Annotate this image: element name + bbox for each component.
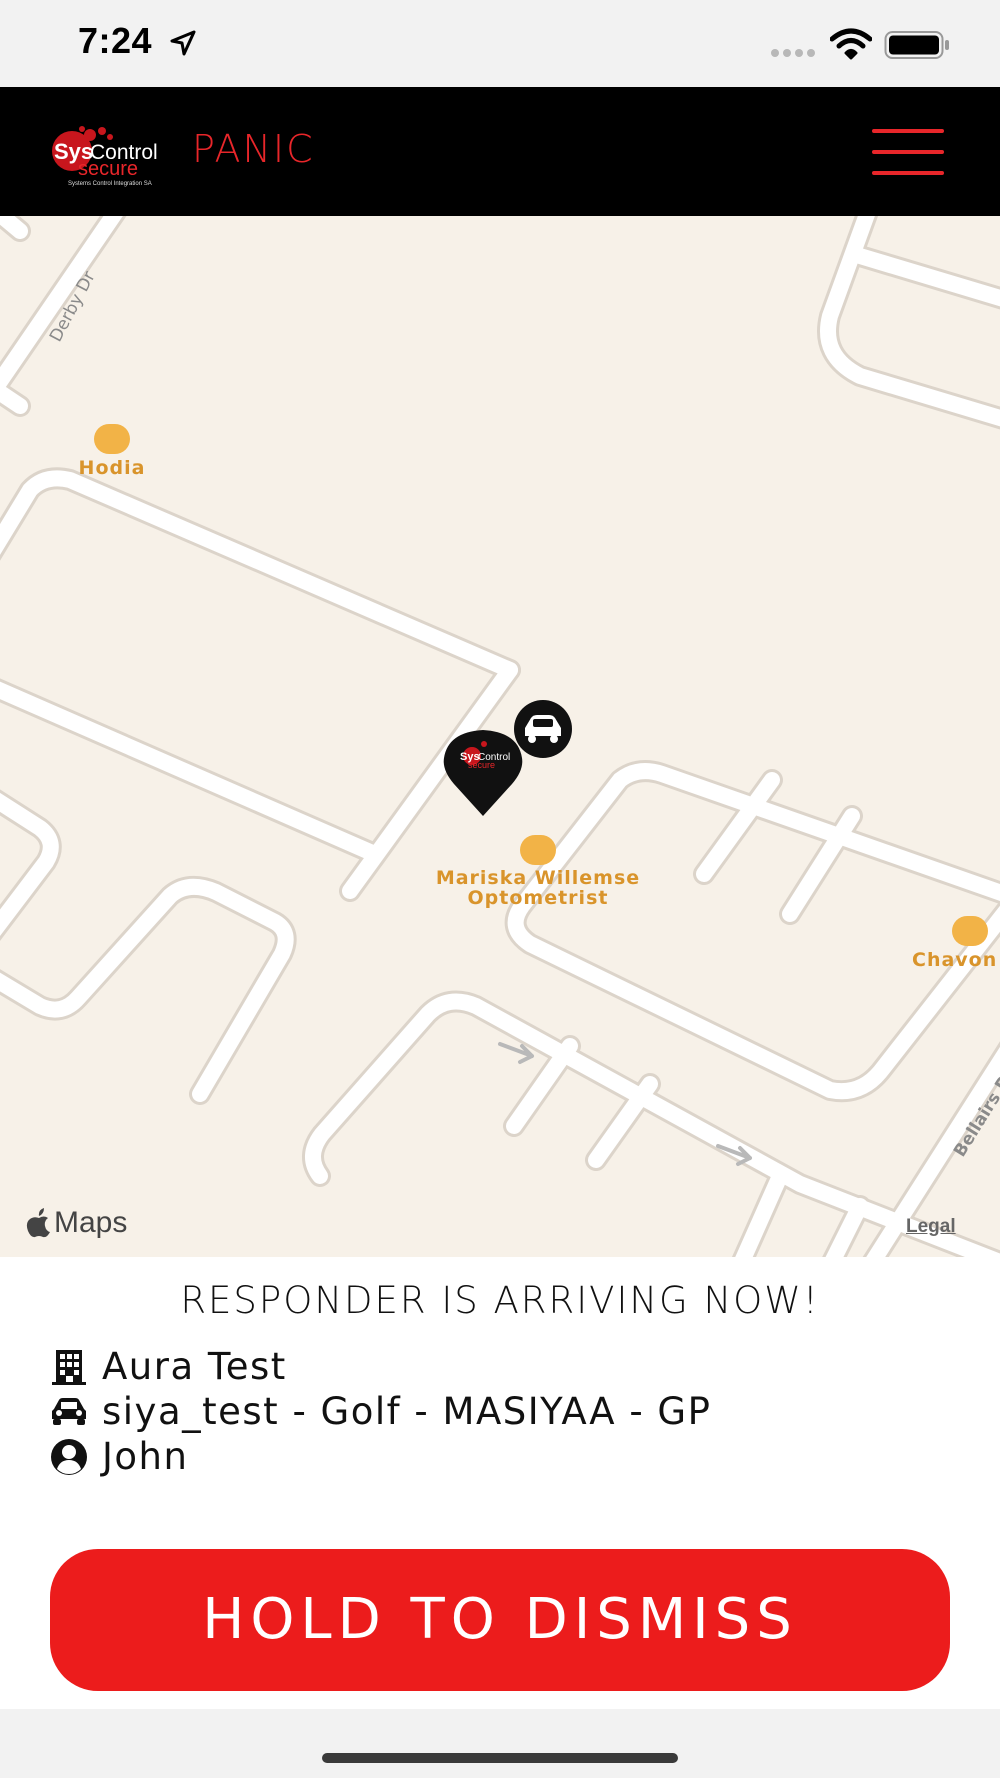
legal-link[interactable]: Legal bbox=[906, 1216, 956, 1238]
wifi-icon bbox=[830, 28, 872, 60]
maps-attribution-text: Maps bbox=[54, 1206, 128, 1239]
responder-row: John bbox=[50, 1435, 188, 1478]
menu-line bbox=[872, 171, 944, 175]
location-arrow-icon bbox=[170, 30, 196, 56]
briefcase-icon bbox=[94, 424, 130, 454]
poi-label-hodia[interactable]: Hodia bbox=[62, 458, 162, 478]
status-bar: 7:24 bbox=[0, 0, 1000, 87]
bottom-safe-area bbox=[0, 1709, 1000, 1778]
glasses-icon bbox=[520, 835, 556, 865]
vehicle-details: siya_test - Golf - MASIYAA - GP bbox=[102, 1390, 712, 1433]
hamburger-menu-icon bbox=[872, 129, 944, 133]
responder-name: John bbox=[102, 1435, 189, 1478]
building-icon bbox=[52, 1349, 86, 1385]
svg-text:secure: secure bbox=[78, 158, 138, 180]
site-name: Aura Test bbox=[102, 1345, 287, 1388]
map-view[interactable]: Derby Dr Bellairs D Hodia Mariska Willem… bbox=[0, 216, 1000, 1257]
signal-dots-icon bbox=[771, 49, 815, 57]
apple-logo-icon bbox=[26, 1208, 50, 1238]
svg-text:secure: secure bbox=[468, 760, 495, 770]
app-header: Sys Control secure Systems Control Integ… bbox=[0, 87, 1000, 216]
responder-info-panel: RESPONDER IS ARRIVING NOW! Aura Test siy… bbox=[0, 1257, 1000, 1709]
user-circle-icon bbox=[51, 1438, 87, 1475]
maps-attribution: Maps bbox=[26, 1206, 127, 1240]
briefcase-icon bbox=[952, 916, 988, 946]
location-pin-icon[interactable]: Sys Control secure bbox=[440, 728, 526, 818]
svg-text:Systems Control Integration SA: Systems Control Integration SA bbox=[68, 181, 152, 187]
menu-line bbox=[872, 150, 944, 154]
battery-icon bbox=[884, 31, 949, 59]
responder-status-heading: RESPONDER IS ARRIVING NOW! bbox=[180, 1279, 820, 1322]
vehicle-row: siya_test - Golf - MASIYAA - GP bbox=[50, 1390, 711, 1433]
page-title: PANIC bbox=[192, 127, 315, 171]
poi-label-chavon[interactable]: Chavon bbox=[912, 950, 1000, 970]
hold-to-dismiss-button[interactable]: HOLD TO DISMISS bbox=[50, 1549, 950, 1691]
car-icon bbox=[52, 1397, 86, 1425]
hamburger-menu-button[interactable] bbox=[872, 129, 946, 175]
home-indicator[interactable] bbox=[322, 1753, 678, 1763]
poi-label-optometrist[interactable]: Mariska Willemse Optometrist bbox=[430, 868, 646, 908]
site-row: Aura Test bbox=[50, 1345, 287, 1388]
status-time: 7:24 bbox=[78, 20, 153, 61]
syscontrol-logo: Sys Control secure Systems Control Integ… bbox=[52, 126, 158, 187]
